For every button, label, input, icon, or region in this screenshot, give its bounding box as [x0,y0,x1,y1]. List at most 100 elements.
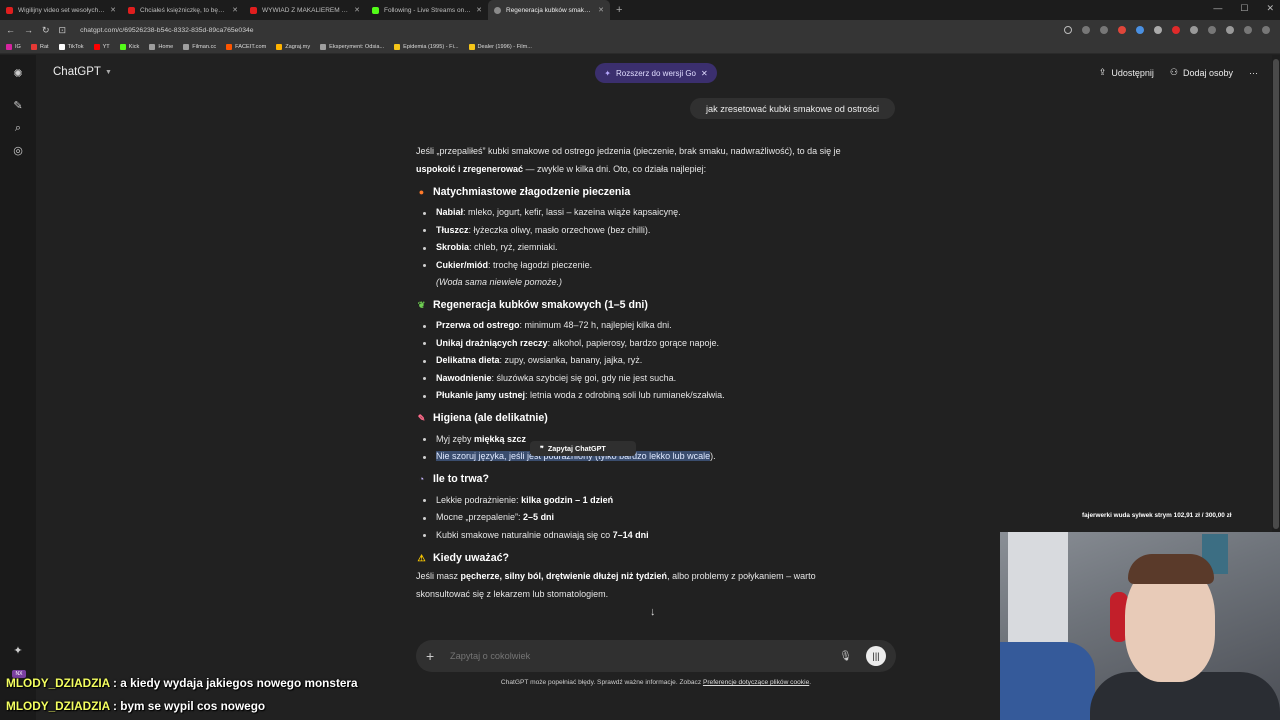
share-button[interactable]: ⇪ Udostępnij [1099,67,1154,78]
sparkle-icon[interactable]: ✦ [11,644,25,658]
bookmark-home[interactable]: Home [149,43,173,50]
microphone-icon[interactable]: 🎙 [839,651,852,662]
browser-tab[interactable]: Following - Live Streams on Kick ✕ [366,0,488,20]
back-icon[interactable]: ← [6,25,15,36]
edit-icon[interactable] [1244,26,1252,34]
stopwatch-icon: ◔ [418,474,425,485]
youtube-icon [93,43,100,50]
address-bar-row: ← → ↻ ⊡ chatgpt.com/c/69526238-b54c-8332… [0,20,1280,40]
fire-icon: ● [418,186,425,197]
ask-chatgpt-tooltip[interactable]: ❞ Zapytaj ChatGPT [530,441,636,456]
browser-tab[interactable]: Wigilijny video set wesołych świąt ko✕ [0,0,122,20]
youtube-favicon-icon [6,6,13,14]
new-tab-button[interactable]: + [610,4,628,16]
extension-brave-icon[interactable] [1118,26,1126,34]
bullet-list: Lekkie podrażnienie: kilka godzin – 1 dz… [416,492,896,545]
site-info-icon[interactable]: ⊡ [59,25,67,36]
kick-favicon-icon [372,6,379,14]
list-item: Skrobia: chleb, ryż, ziemniaki. [423,239,896,257]
assistant-response: Jeśli „przepaliłeś” kubki smakowe od ost… [416,143,896,603]
forward-icon[interactable]: → [24,25,33,36]
rat-icon [30,43,37,50]
add-attachment-icon[interactable]: + [426,648,440,664]
list-item: Tłuszcz: łyżeczka oliwy, masło orzechowe… [423,222,896,240]
extension-icon[interactable] [1136,26,1144,34]
globe-icon [320,43,327,50]
extension-icon[interactable] [1154,26,1162,34]
header-actions: ⇪ Udostępnij ⚇ Dodaj osoby ··· [1099,67,1258,78]
imdb-icon [394,43,401,50]
list-item: Cukier/miód: trochę łagodzi pieczenie. [423,257,896,275]
new-chat-icon[interactable]: ✎ [11,99,25,113]
bookmark-dealer[interactable]: Dealer (1996) - Film... [468,43,532,50]
list-item: Nabiał: mleko, jogurt, kefir, lassi – ka… [423,204,896,222]
chatgpt-favicon-icon [494,6,501,14]
home-icon [149,43,156,50]
bullet-list: Przerwa od ostrego: minimum 48–72 h, naj… [416,317,896,405]
reload-icon[interactable]: ↻ [42,25,50,36]
bookmark-filman[interactable]: Filman.cc [183,43,216,50]
extension-icon[interactable] [1226,26,1234,34]
scroll-down-icon[interactable]: ↓ [650,606,656,618]
stream-chat-message: MLODY_DZIADZIA : a kiedy wydaja jakiegos… [6,676,358,690]
bullet-list: Nabiał: mleko, jogurt, kefir, lassi – ka… [416,204,896,274]
cookie-preferences-link[interactable]: Preferencje dotyczące plików cookie [703,679,809,686]
list-item: Lekkie podrażnienie: kilka godzin – 1 dz… [423,492,896,510]
disclaimer: ChatGPT może popełniać błędy. Sprawdź wa… [500,679,812,686]
extensions-puzzle-icon[interactable] [1208,26,1216,34]
list-item: Unikaj drażniących rzeczy: alkohol, papi… [423,335,896,353]
browser-tab-strip: Wigilijny video set wesołych świąt ko✕ C… [0,0,1280,20]
add-people-button[interactable]: ⚇ Dodaj osoby [1170,67,1233,78]
list-item: Delikatna dieta: zupy, owsianka, banany,… [423,352,896,370]
close-window-icon[interactable]: ✕ [1266,3,1274,14]
close-tab-icon[interactable]: ✕ [354,6,360,14]
bookmark-eksperyment[interactable]: Eksperyment: Odsia... [320,43,384,50]
upgrade-promo[interactable]: ✦ Rozszerz do wersji Go ✕ [595,63,717,83]
youtube-favicon-icon [250,6,257,14]
share-page-icon[interactable] [1082,26,1090,34]
browser-tab-active[interactable]: Regeneracja kubków smakowych ✕ [488,0,610,20]
close-tab-icon[interactable]: ✕ [110,6,116,14]
bookmark-star-icon[interactable] [1100,26,1108,34]
list-item: Myj zęby miękką szcz [423,431,896,449]
list-item: Nie szoruj języka, jeśli jest podrażnion… [423,448,896,466]
search-icon[interactable]: ⌕ [11,121,25,135]
bookmark-yt[interactable]: YT [93,43,110,50]
close-tab-icon[interactable]: ✕ [598,6,604,14]
globe-icon [183,43,190,50]
close-tab-icon[interactable]: ✕ [476,6,482,14]
url-field[interactable]: chatgpt.com/c/69526238-b54c-8332-835d-89… [80,27,1064,34]
browser-tab[interactable]: WYWIAD Z MAKALIEREM - najlepsz✕ [244,0,366,20]
maximize-icon[interactable]: ☐ [1240,3,1248,14]
more-options-button[interactable]: ··· [1249,68,1258,78]
bookmark-zagraj[interactable]: Zagraj.my [276,43,310,50]
library-icon[interactable]: ◎ [11,144,25,158]
imdb-icon [468,43,475,50]
close-icon[interactable]: ✕ [701,69,708,78]
stream-chat-message: MLODY_DZIADZIA : bym se wypil cos nowego [6,699,266,713]
bookmark-ig[interactable]: IG [6,43,21,50]
bookmark-rat[interactable]: Rat [30,43,49,50]
model-selector[interactable]: ChatGPT ▼ [53,66,112,78]
bookmark-faceit[interactable]: FACEIT.com [226,43,266,50]
extension-icon[interactable] [1172,26,1180,34]
browser-tab[interactable]: Chciałeś księżniczkę, to będziesz mi✕ [122,0,244,20]
sparkle-icon: ✦ [604,68,611,78]
zoom-icon[interactable] [1064,26,1072,34]
close-tab-icon[interactable]: ✕ [232,6,238,14]
kick-icon [119,43,126,50]
openai-logo-icon[interactable]: ✺ [11,67,25,81]
voice-mode-button[interactable]: ||| [866,646,886,666]
extension-icon[interactable] [1190,26,1198,34]
minimize-icon[interactable]: — [1213,3,1222,14]
bullet-list: Myj zęby miękką szcz Nie szoruj języka, … [416,431,896,466]
list-item: Kubki smakowe naturalnie odnawiają się c… [423,527,896,545]
prompt-input[interactable] [450,651,840,661]
bookmark-epidemia[interactable]: Epidemia (1995) - Fi... [394,43,459,50]
scrollbar-thumb[interactable] [1273,59,1279,529]
menu-icon[interactable] [1262,26,1270,34]
bookmark-tiktok[interactable]: TikTok [58,43,84,50]
bookmark-kick[interactable]: Kick [119,43,139,50]
zagraj-icon [276,43,283,50]
chevron-down-icon: ▼ [104,68,112,76]
